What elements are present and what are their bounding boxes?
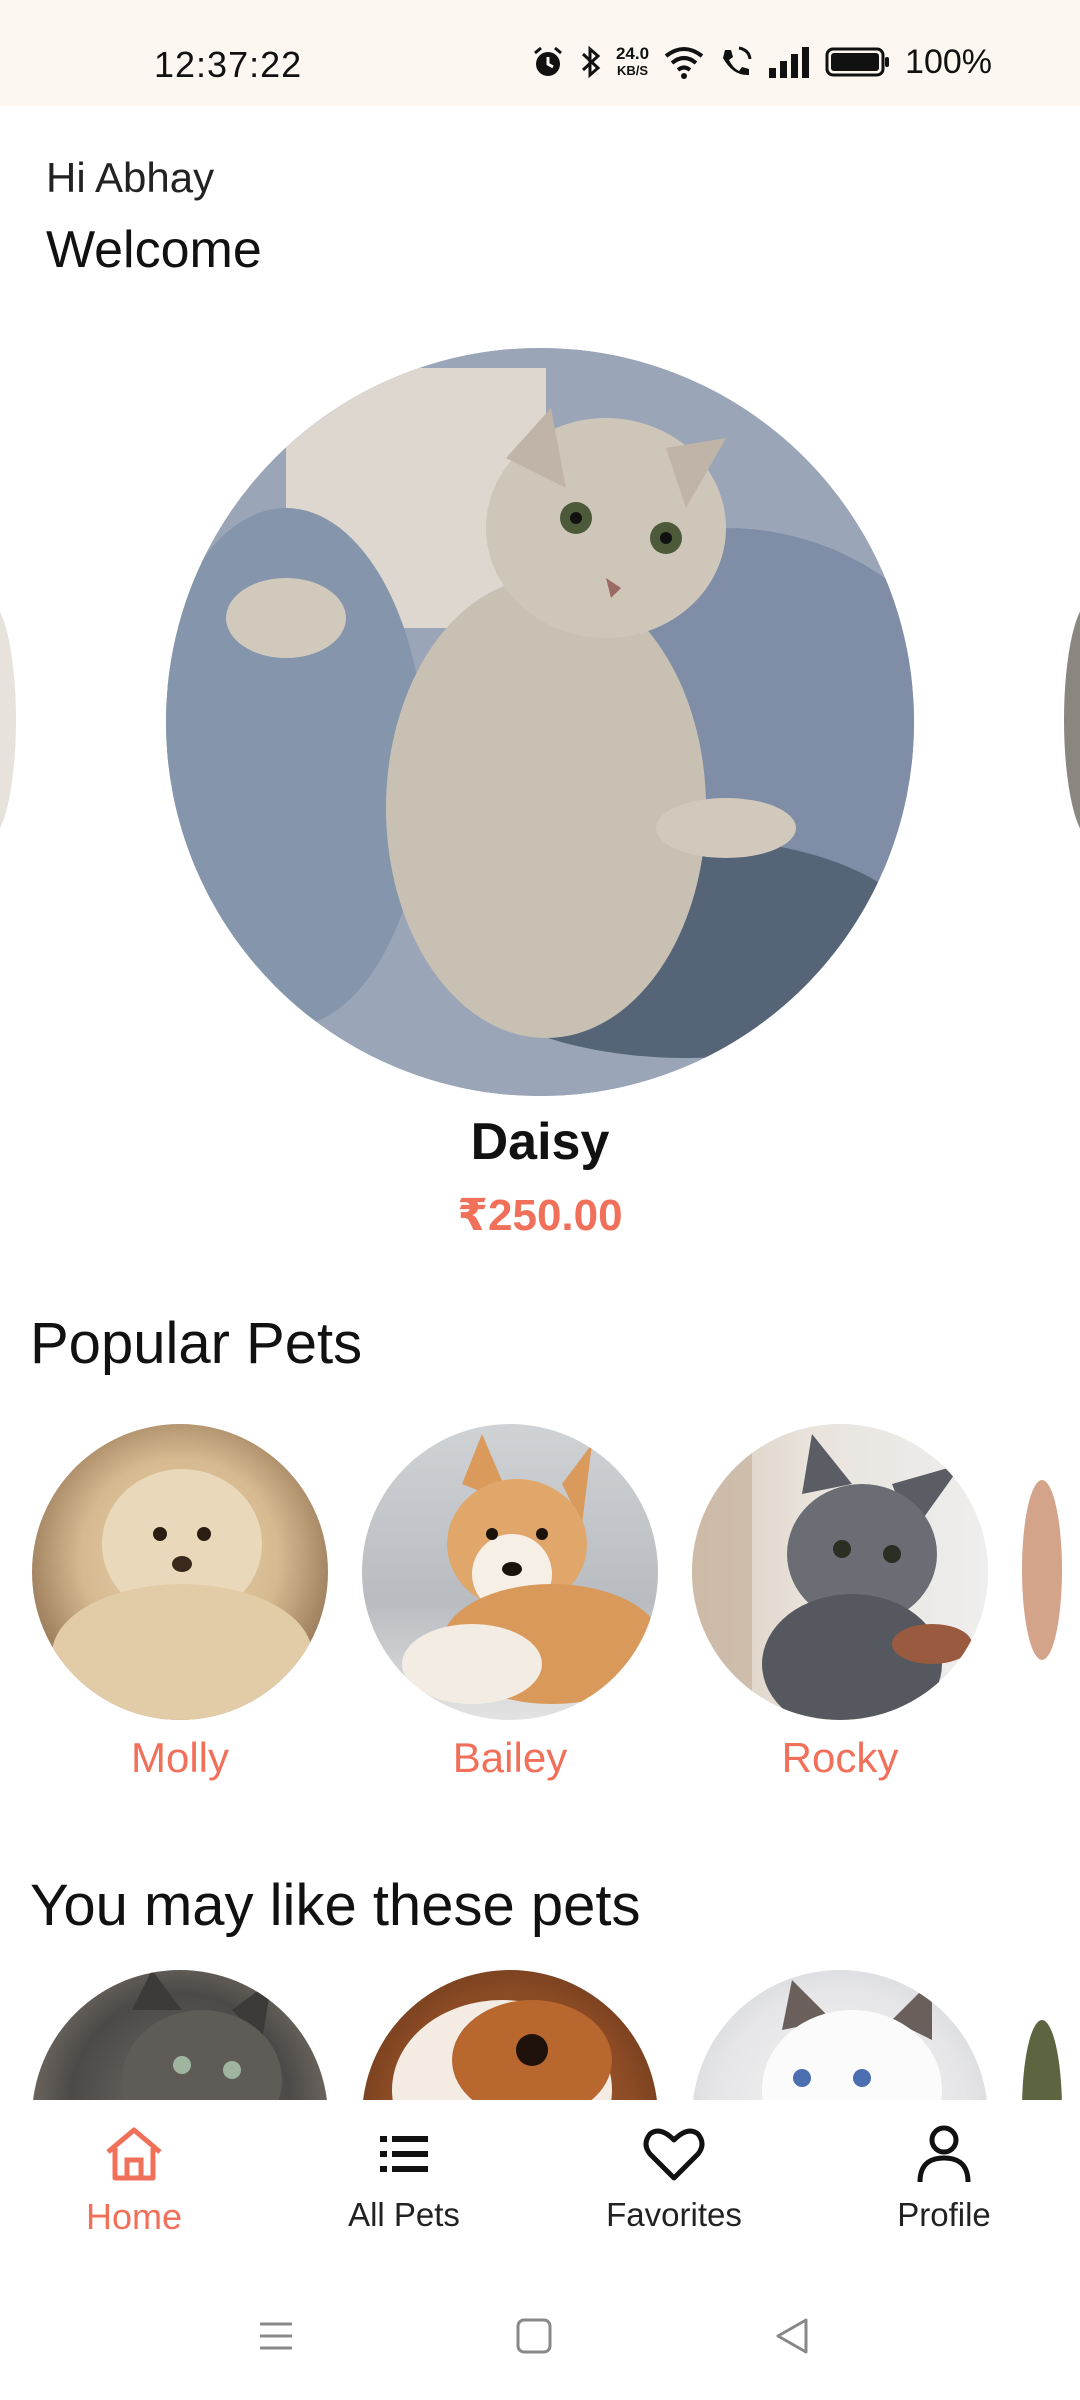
bottom-nav: Home All Pets Favorites Profile [0, 2100, 1080, 2270]
pet-name: Bailey [452, 1734, 568, 1781]
featured-pet-name: Daisy [470, 1113, 610, 1171]
list-icon [380, 2136, 428, 2172]
home-square-icon[interactable] [514, 2316, 554, 2356]
pet-card-rocky[interactable]: Rocky [692, 1424, 988, 1782]
pet-image [692, 1424, 988, 1720]
greeting-text: Hi Abhay [46, 154, 215, 201]
featured-pet-image[interactable] [166, 348, 914, 1096]
nav-home-label: Home [85, 2196, 183, 2237]
bluetooth-icon [581, 45, 601, 79]
pet-image [32, 1424, 328, 1720]
status-time: 12:37:22 [154, 44, 303, 85]
home-icon [106, 2127, 162, 2181]
nav-all-pets[interactable]: All Pets [314, 2118, 494, 2234]
cat-photo [166, 348, 914, 1096]
wifi-call-icon [723, 46, 752, 76]
nav-favorites[interactable]: Favorites [584, 2118, 764, 2234]
kitten-photo [692, 1424, 972, 1720]
recommended-title: You may like these pets [30, 1873, 641, 1938]
featured-pet-price: ₹250.00 [457, 1191, 623, 1240]
signal-icon [769, 47, 810, 78]
dog-photo [52, 1469, 312, 1720]
battery-percent: 100% [905, 42, 992, 81]
menu-icon[interactable] [256, 2316, 296, 2356]
net-speed-unit: KB/S [616, 63, 649, 78]
status-bar: 12:37:22 24.0 KB/S 100% [0, 0, 1080, 106]
carousel-next-item[interactable] [1064, 600, 1080, 840]
corgi-photo [402, 1434, 658, 1704]
nav-favorites-label: Favorites [606, 2196, 742, 2233]
nav-profile[interactable]: Profile [854, 2118, 1034, 2234]
nav-all-pets-label: All Pets [348, 2196, 460, 2233]
alarm-icon [533, 46, 562, 76]
wifi-icon [664, 47, 704, 79]
nav-home[interactable]: Home [44, 2118, 224, 2238]
back-icon[interactable] [772, 2316, 812, 2356]
popular-pets-title: Popular Pets [30, 1311, 363, 1376]
system-nav-bar [0, 2290, 1080, 2400]
carousel-prev-item[interactable] [0, 600, 16, 840]
pet-name: Rocky [781, 1734, 899, 1781]
popular-next-item[interactable] [1022, 1480, 1062, 1660]
status-icons: 24.0 KB/S 100% [530, 40, 992, 84]
net-speed: 24.0 KB/S [616, 45, 649, 79]
heart-icon [643, 2128, 705, 2181]
pet-card-bailey[interactable]: Bailey [362, 1424, 658, 1782]
welcome-title: Welcome [46, 221, 262, 279]
person-icon [917, 2125, 971, 2183]
pet-name: Molly [130, 1734, 229, 1781]
pet-image [362, 1424, 658, 1720]
pet-card-molly[interactable]: Molly [32, 1424, 328, 1782]
nav-profile-label: Profile [897, 2196, 991, 2233]
net-speed-value: 24.0 [615, 44, 650, 63]
battery-icon [825, 47, 890, 77]
